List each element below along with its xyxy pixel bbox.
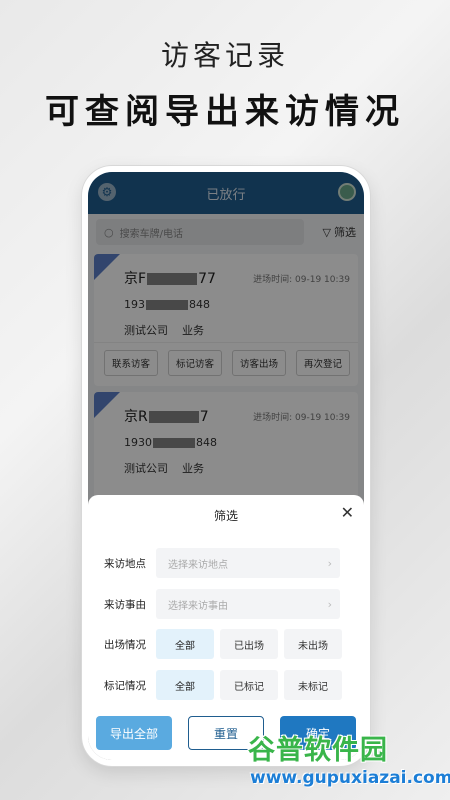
site-watermark: 谷普软件园 www.gupuxiazai.com bbox=[244, 728, 450, 800]
location-label: 来访地点 bbox=[104, 557, 146, 570]
sheet-title: 筛选 bbox=[213, 509, 238, 523]
chevron-right-icon: › bbox=[327, 556, 332, 570]
reason-select[interactable]: 选择来访事由 › bbox=[156, 589, 340, 619]
mark-option-marked[interactable]: 已标记 bbox=[220, 670, 278, 700]
phone-frame: ⚙ 已放行 ○ 搜索车牌/电话 ▽ 筛选 京F 77 进场时间: 09-19 10… bbox=[82, 166, 370, 766]
export-all-button[interactable]: 导出全部 bbox=[96, 716, 172, 750]
exit-status-label: 出场情况 bbox=[104, 638, 146, 651]
reason-row: 来访事由 选择来访事由 › bbox=[104, 589, 354, 619]
chevron-right-icon: › bbox=[327, 597, 332, 611]
mark-status-label: 标记情况 bbox=[104, 679, 146, 692]
exit-option-all[interactable]: 全部 bbox=[156, 629, 214, 659]
location-select[interactable]: 选择来访地点 › bbox=[156, 548, 340, 578]
watermark-url: www.gupuxiazai.com bbox=[250, 768, 450, 788]
app-screen: ⚙ 已放行 ○ 搜索车牌/电话 ▽ 筛选 京F 77 进场时间: 09-19 10… bbox=[88, 172, 364, 760]
filter-sheet: 筛选 ✕ 来访地点 选择来访地点 › 来访事由 选择来访事由 › 出场情况 全部 bbox=[88, 495, 364, 760]
exit-status-row: 出场情况 全部 已出场 未出场 bbox=[104, 629, 354, 659]
mark-status-row: 标记情况 全部 已标记 未标记 bbox=[104, 670, 354, 700]
exit-option-not-exited[interactable]: 未出场 bbox=[284, 629, 342, 659]
promo-title: 可查阅导出来访情况 bbox=[45, 92, 405, 132]
watermark-name: 谷普软件园 bbox=[248, 735, 388, 766]
location-row: 来访地点 选择来访地点 › bbox=[104, 548, 354, 578]
location-placeholder: 选择来访地点 bbox=[168, 559, 228, 571]
reason-placeholder: 选择来访事由 bbox=[168, 600, 228, 612]
mark-option-unmarked[interactable]: 未标记 bbox=[284, 670, 342, 700]
promo-subtitle: 访客记录 bbox=[160, 39, 289, 72]
reason-label: 来访事由 bbox=[104, 598, 146, 611]
mark-option-all[interactable]: 全部 bbox=[156, 670, 214, 700]
exit-option-exited[interactable]: 已出场 bbox=[220, 629, 278, 659]
close-icon[interactable]: ✕ bbox=[341, 503, 354, 522]
